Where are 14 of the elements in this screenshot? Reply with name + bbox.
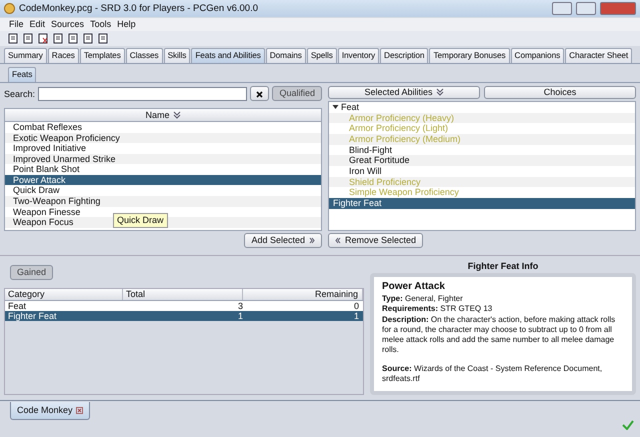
tooltip: Quick Draw (113, 212, 168, 228)
info-text: Requirements: STR GTEQ 13 (382, 304, 494, 314)
tree-label: Fighter Feat (333, 198, 382, 209)
column-label: Choices (544, 87, 576, 98)
feat-title: Power Attack (382, 280, 446, 293)
info-text: Description: On the character's action, before making attack rolls for a round, the character may choose to subtract up to 0 from all melee attack rolls and add the same number to all melee damage rolls. (382, 314, 616, 356)
info-text: Type: General, Fighter (382, 294, 464, 304)
source-text: Source: Wizards of the Coast - System Reference Document, srdfeats.rtf (382, 364, 604, 384)
search-label: Search: (4, 88, 36, 100)
column-label: Selected Abilities (364, 87, 433, 98)
panel-title: Fighter Feat Info (466, 260, 540, 273)
window-title: CodeMonkey.pcg - SRD 3.0 for Players - PCGen v6.00.0 (19, 2, 260, 14)
tree-label: Feat (341, 102, 360, 113)
column-label: Name (145, 110, 170, 120)
